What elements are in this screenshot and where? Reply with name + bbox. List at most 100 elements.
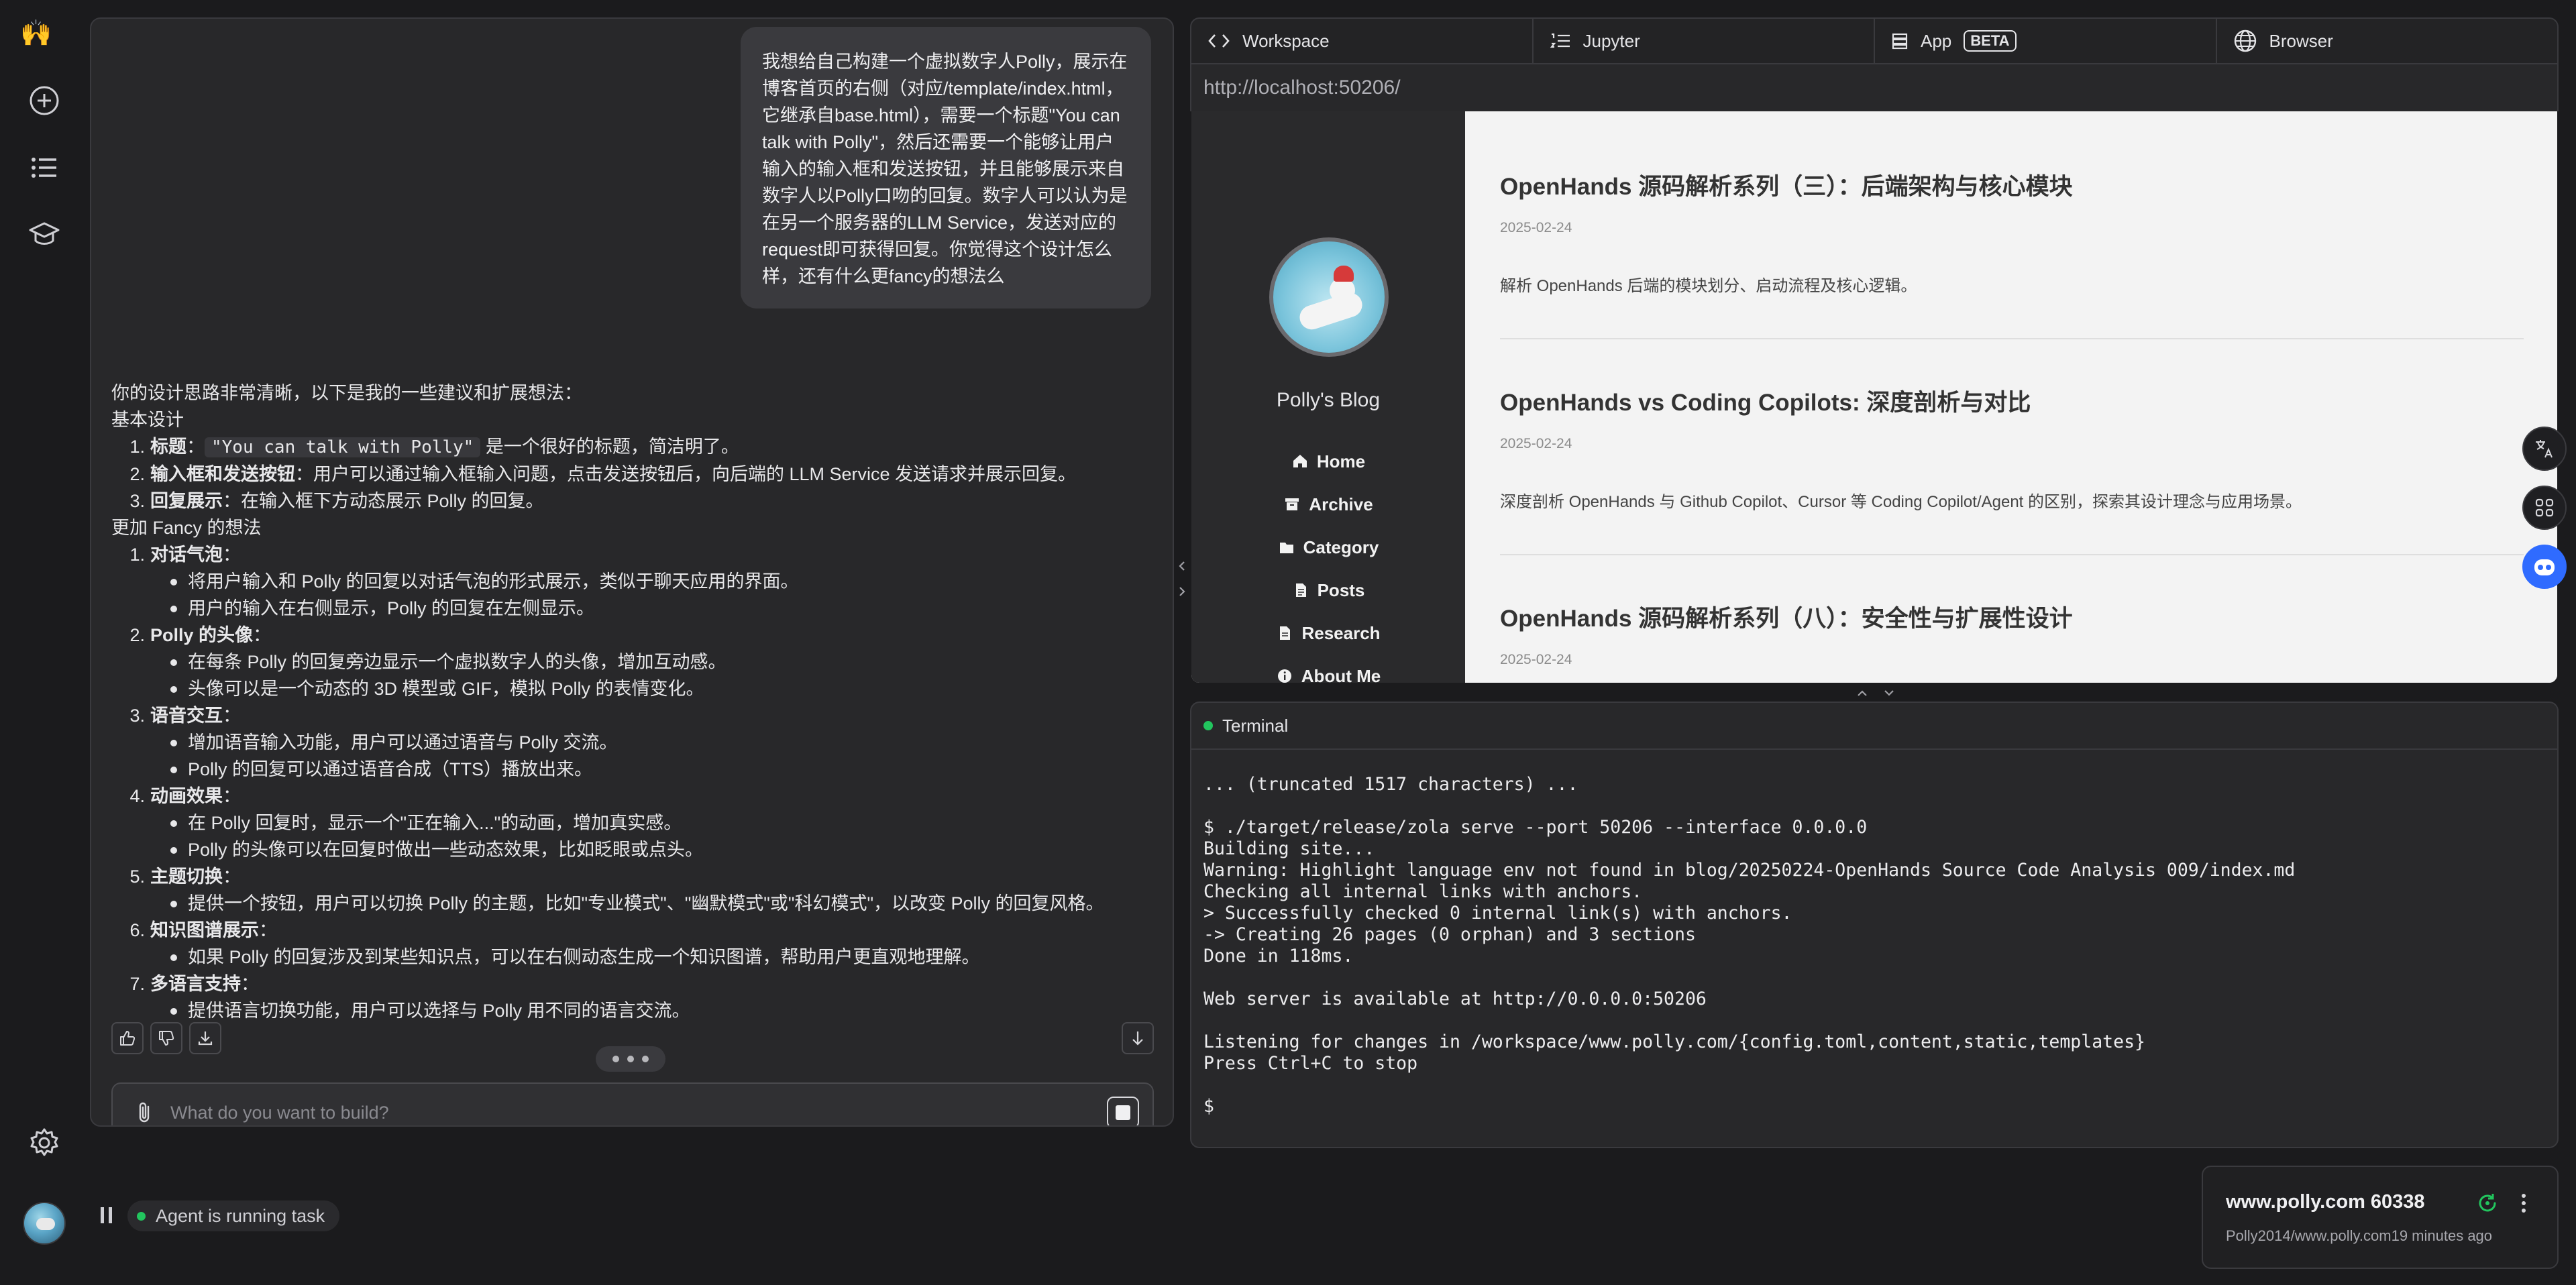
- item-separator: ：: [259, 920, 277, 940]
- blog-nav-posts[interactable]: Posts: [1191, 569, 1465, 612]
- tab-workspace[interactable]: Workspace: [1191, 19, 1534, 63]
- assistant-intro: 你的设计思路非常清晰，以下是我的一些建议和扩展想法：: [111, 383, 582, 403]
- assistant-message: 你的设计思路非常清晰，以下是我的一些建议和扩展想法： 基本设计 1. 标题： "Yo…: [111, 380, 1158, 1024]
- item-title: 多语言支持: [150, 974, 241, 994]
- blog-nav-home[interactable]: Home: [1191, 440, 1465, 483]
- list-ordered-icon: [1550, 33, 1570, 48]
- item-body: 多语言支持：: [150, 970, 259, 997]
- pause-agent-button[interactable]: [94, 1203, 118, 1227]
- tab-browser[interactable]: Browser: [2217, 19, 2558, 63]
- workspace-subtitle: Polly2014/www.polly.com19 minutes ago: [2226, 1227, 2493, 1244]
- file-icon: [1295, 583, 1306, 597]
- new-conversation-button[interactable]: [23, 79, 66, 122]
- item-separator: ：: [253, 625, 272, 645]
- item-number: 1.: [129, 437, 145, 457]
- blog-nav-about-me[interactable]: About Me: [1191, 655, 1465, 683]
- scroll-to-bottom-button[interactable]: [1122, 1022, 1154, 1054]
- tab-label: Browser: [2269, 30, 2333, 51]
- paperclip-icon: [139, 1102, 150, 1123]
- item-title: 输入框和发送按钮: [150, 464, 295, 484]
- post-title[interactable]: OpenHands 源码解析系列（三）：后端架构与核心模块: [1500, 168, 2073, 202]
- thumbs-up-button[interactable]: [111, 1022, 144, 1054]
- folder-icon: [1279, 543, 1293, 553]
- tab-label: Jupyter: [1582, 30, 1640, 51]
- robot-icon: [2534, 559, 2555, 575]
- post-title[interactable]: OpenHands 源码解析系列（八）：安全性与扩展性设计: [1500, 600, 2073, 634]
- bullet-item: 将用户输入和 Polly 的回复以对话气泡的形式展示，类似于聊天应用的界面。: [111, 568, 1158, 595]
- more-vertical-icon: [2522, 1194, 2526, 1213]
- translate-icon: [2536, 440, 2553, 458]
- bullet-text: Polly 的回复可以通过语音合成（TTS）播放出来。: [188, 759, 593, 779]
- conversations-list-button[interactable]: [23, 146, 66, 189]
- bullet-text: 提供语言切换功能，用户可以选择与 Polly 用不同的语言交流。: [188, 1001, 690, 1021]
- item-number: 6.: [129, 920, 145, 940]
- post-description: 深度剖析 OpenHands 与 Github Copilot、Cursor 等…: [1500, 493, 2302, 511]
- browser-viewport: Polly's Blog Home Archive Category Posts Res…: [1191, 111, 2557, 683]
- chat-input[interactable]: [162, 1102, 1107, 1123]
- bullet-item: 在每条 Polly 的回复旁边显示一个虚拟数字人的头像，增加互动感。: [111, 649, 1158, 675]
- item-title: 对话气泡: [150, 545, 223, 565]
- blog-nav-archive[interactable]: Archive: [1191, 483, 1465, 526]
- tab-jupyter[interactable]: Jupyter: [1534, 19, 1875, 63]
- bullet-item: 如果 Polly 的回复涉及到某些知识点，可以在右侧动态生成一个知识图谱，帮助用…: [111, 944, 1158, 970]
- blog-nav-label: Category: [1303, 537, 1379, 557]
- user-avatar[interactable]: [23, 1202, 66, 1245]
- item-body: 输入框和发送按钮：用户可以通过输入框输入问题，点击发送按钮后，向后端的 LLM …: [150, 461, 1076, 488]
- panel-resize-handle[interactable]: [1175, 558, 1189, 601]
- item-separator: ：: [223, 491, 241, 511]
- blog-nav-label: Archive: [1309, 494, 1373, 514]
- fancy-idea-item: 1. 对话气泡：: [111, 541, 1158, 568]
- stop-icon: [1116, 1105, 1130, 1120]
- terminal-resize-handle[interactable]: [1854, 685, 1902, 700]
- blog-nav-research[interactable]: Research: [1191, 612, 1465, 655]
- arrow-down-icon: [1132, 1031, 1143, 1046]
- floating-widgets: [2522, 427, 2567, 604]
- post-title[interactable]: OpenHands vs Coding Copilots: 深度剖析与对比: [1500, 384, 2031, 418]
- workspace-menu-button[interactable]: [2518, 1191, 2529, 1215]
- attach-file-button[interactable]: [127, 1101, 162, 1125]
- browser-url-bar[interactable]: http://localhost:50206/: [1190, 64, 2559, 111]
- item-separator: ：: [223, 545, 241, 565]
- learning-button[interactable]: [23, 213, 66, 256]
- item-title: 知识图谱展示: [150, 920, 259, 940]
- raised-hands-logo-icon[interactable]: 🙌: [20, 17, 70, 50]
- item-number: 5.: [129, 867, 145, 887]
- sync-status-button[interactable]: [2475, 1191, 2500, 1215]
- bullet-item: Polly 的头像可以在回复时做出一些动态效果，比如眨眼或点头。: [111, 836, 1158, 863]
- terminal-output[interactable]: ... (truncated 1517 characters) ... $ ./…: [1191, 750, 2557, 1117]
- beta-badge: BETA: [1964, 30, 2017, 52]
- tab-app[interactable]: App BETA: [1875, 19, 2217, 63]
- blog-nav-label: About Me: [1301, 665, 1381, 683]
- blog-nav-category[interactable]: Category: [1191, 526, 1465, 569]
- chevron-up-down-icon: [1858, 690, 1894, 696]
- workspace-card[interactable]: www.polly.com 60338 Polly2014/www.polly.…: [2202, 1166, 2559, 1269]
- archive-icon: [1285, 498, 1299, 510]
- terminal-title: Terminal: [1222, 715, 1289, 736]
- thumbs-down-button[interactable]: [150, 1022, 182, 1054]
- bullet-item: 头像可以是一个动态的 3D 模型或 GIF，模拟 Polly 的表情变化。: [111, 675, 1158, 702]
- item-separator: ：: [295, 464, 313, 484]
- apps-button[interactable]: [2522, 486, 2567, 530]
- agent-status-badge: Agent is running task: [127, 1200, 340, 1231]
- item-separator: ：: [241, 974, 259, 994]
- stop-agent-button[interactable]: [1107, 1097, 1139, 1125]
- globe-icon: [2234, 30, 2256, 52]
- item-separator: ：: [223, 706, 241, 726]
- blog-avatar: [1269, 237, 1389, 357]
- blog-name[interactable]: Polly's Blog: [1191, 389, 1465, 412]
- blog-post: OpenHands 源码解析系列（八）：安全性与扩展性设计 2025-02-24: [1500, 543, 2557, 683]
- fancy-idea-item: 4. 动画效果：: [111, 783, 1158, 809]
- fancy-idea-item: 7. 多语言支持：: [111, 970, 1158, 997]
- item-separator: ：: [223, 867, 241, 887]
- bullet-text: 如果 Polly 的回复涉及到某些知识点，可以在右侧动态生成一个知识图谱，帮助用…: [188, 947, 980, 967]
- export-button[interactable]: [189, 1022, 221, 1054]
- fancy-idea-item: 3. 语音交互：: [111, 702, 1158, 729]
- assistant-bot-button[interactable]: [2522, 545, 2567, 589]
- basic-design-heading: 基本设计: [111, 410, 184, 430]
- item-text: 是一个很好的标题，简洁明了。: [480, 437, 739, 457]
- item-number: 1.: [129, 545, 145, 565]
- translate-button[interactable]: [2522, 427, 2567, 471]
- item-text: 在输入框下方动态展示 Polly 的回复。: [241, 491, 544, 511]
- blog-sidebar: Polly's Blog Home Archive Category Posts Res…: [1191, 111, 1465, 683]
- settings-button[interactable]: [23, 1121, 66, 1164]
